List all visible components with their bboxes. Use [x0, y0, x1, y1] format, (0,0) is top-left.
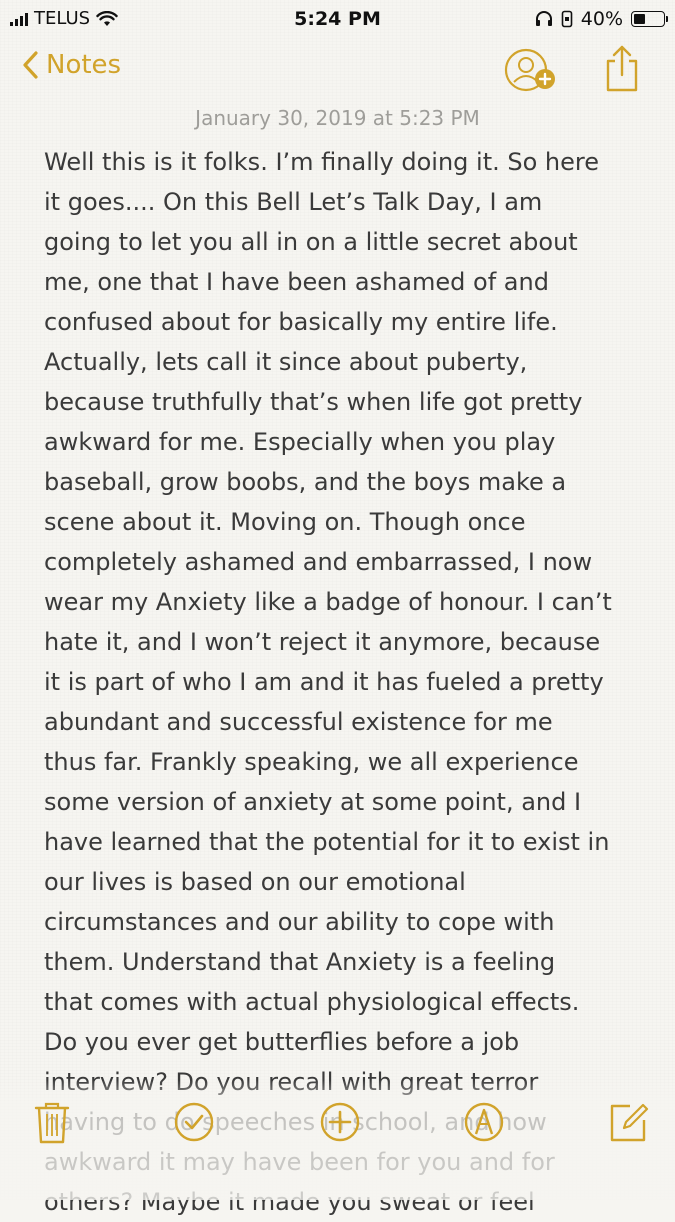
note-body[interactable]: Well this is it folks. I’m finally doing… — [44, 142, 644, 1222]
note-line: some version of anxiety at some point, a… — [44, 788, 582, 816]
add-icon[interactable] — [318, 1100, 362, 1144]
note-line: going to let you all in on a little secr… — [44, 228, 578, 256]
checklist-icon[interactable] — [172, 1100, 216, 1144]
note-date: January 30, 2019 at 5:23 PM — [195, 106, 480, 130]
note-line: Actually, lets call it since about puber… — [44, 348, 528, 376]
battery-icon — [631, 11, 668, 27]
note-line: Do you ever get butterflies before a job — [44, 1028, 520, 1056]
note-line: that comes with actual physiological eff… — [44, 988, 580, 1016]
back-label: Notes — [46, 50, 122, 80]
note-line: me, one that I have been ashamed of and — [44, 268, 549, 296]
status-bar: TELUS 5:24 PM 40% — [0, 0, 675, 40]
note-line: wear my Anxiety like a badge of honour. … — [44, 588, 612, 616]
share-icon[interactable] — [604, 44, 640, 94]
bottom-toolbar — [0, 1080, 675, 1200]
note-line: thus far. Frankly speaking, we all exper… — [44, 748, 579, 776]
trash-icon[interactable] — [30, 1100, 74, 1144]
note-line: baseball, grow boobs, and the boys make … — [44, 468, 567, 496]
chevron-left-icon — [23, 51, 38, 79]
note-line: awkward for me. Especially when you play — [44, 428, 556, 456]
note-line: Well this is it folks. I’m finally doing… — [44, 148, 599, 176]
note-line: because truthfully that’s when life got … — [44, 388, 583, 416]
rotation-lock-icon — [561, 10, 573, 28]
status-right: 40% — [535, 8, 668, 30]
note-line: completely ashamed and embarrassed, I no… — [44, 548, 593, 576]
compose-icon[interactable] — [606, 1100, 650, 1144]
note-line: it is part of who I am and it has fueled… — [44, 668, 604, 696]
note-line: circumstances and our ability to cope wi… — [44, 908, 555, 936]
add-people-icon[interactable] — [502, 46, 560, 96]
markup-icon[interactable] — [462, 1100, 506, 1144]
battery-level — [634, 14, 645, 24]
headphones-icon — [535, 11, 552, 26]
note-line: it goes.... On this Bell Let’s Talk Day,… — [44, 188, 543, 216]
note-line: our lives is based on our emotional — [44, 868, 466, 896]
note-line: scene about it. Moving on. Though once — [44, 508, 526, 536]
note-line: hate it, and I won’t reject it anymore, … — [44, 628, 601, 656]
note-line: them. Understand that Anxiety is a feeli… — [44, 948, 556, 976]
note-line: have learned that the potential for it t… — [44, 828, 610, 856]
note-line: abundant and successful existence for me — [44, 708, 553, 736]
battery-percent: 40% — [580, 8, 623, 30]
note-line: confused about for basically my entire l… — [44, 308, 558, 336]
back-to-notes-button[interactable]: Notes — [22, 50, 121, 80]
navigation-bar: Notes — [0, 44, 675, 100]
